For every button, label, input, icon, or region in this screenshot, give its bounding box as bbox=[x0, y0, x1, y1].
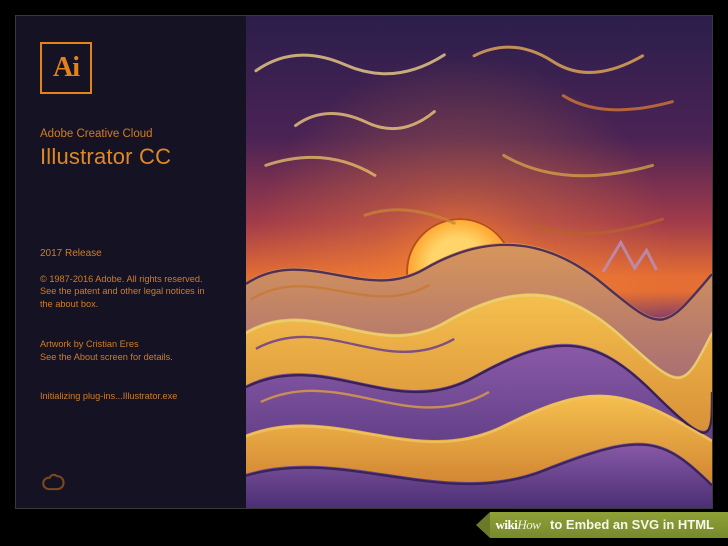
creative-cloud-icon bbox=[40, 468, 66, 494]
artwork-credit-line1: Artwork by Cristian Eres bbox=[40, 338, 228, 350]
suite-label: Adobe Creative Cloud bbox=[40, 128, 228, 140]
splash-info-panel: Ai Adobe Creative Cloud Illustrator CC 2… bbox=[16, 16, 246, 508]
app-logo-text: Ai bbox=[53, 52, 79, 84]
watermark-arrow bbox=[476, 512, 490, 538]
watermark-text: wikiHow to Embed an SVG in HTML bbox=[490, 512, 728, 538]
legal-notice: © 1987-2016 Adobe. All rights reserved. … bbox=[40, 273, 215, 310]
watermark-banner: wikiHow to Embed an SVG in HTML bbox=[476, 512, 728, 538]
watermark-brand-prefix: wiki bbox=[496, 517, 518, 532]
artwork-credit-line2: See the About screen for details. bbox=[40, 351, 228, 363]
watermark-brand-suffix: How bbox=[517, 517, 540, 532]
splash-artwork bbox=[246, 16, 712, 508]
loading-status: Initializing plug-ins...Illustrator.exe bbox=[40, 391, 228, 401]
app-logo-box: Ai bbox=[40, 42, 92, 94]
release-label: 2017 Release bbox=[40, 248, 228, 259]
watermark-title: to Embed an SVG in HTML bbox=[546, 517, 714, 532]
splash-window: Ai Adobe Creative Cloud Illustrator CC 2… bbox=[15, 15, 713, 509]
product-name: Illustrator CC bbox=[40, 144, 228, 170]
artwork-waves bbox=[246, 213, 712, 508]
screenshot-stage: Ai Adobe Creative Cloud Illustrator CC 2… bbox=[0, 0, 728, 546]
artwork-credit: Artwork by Cristian Eres See the About s… bbox=[40, 338, 228, 363]
